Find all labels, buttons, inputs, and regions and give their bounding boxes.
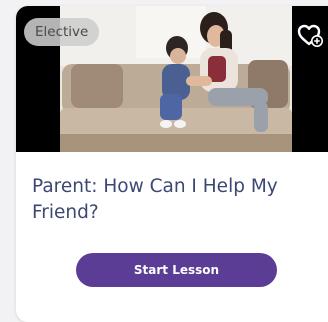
lesson-title: Parent: How Can I Help My Friend? [32, 176, 278, 223]
lesson-thumbnail: Elective [16, 6, 328, 152]
lesson-card[interactable]: Elective Parent: How Can I Help My Frien… [16, 6, 328, 322]
badge-label: Elective [35, 24, 89, 40]
favorite-button[interactable] [294, 20, 324, 50]
heart-plus-icon [297, 24, 323, 47]
start-lesson-button[interactable]: Start Lesson [76, 253, 277, 287]
elective-badge: Elective [24, 18, 100, 46]
